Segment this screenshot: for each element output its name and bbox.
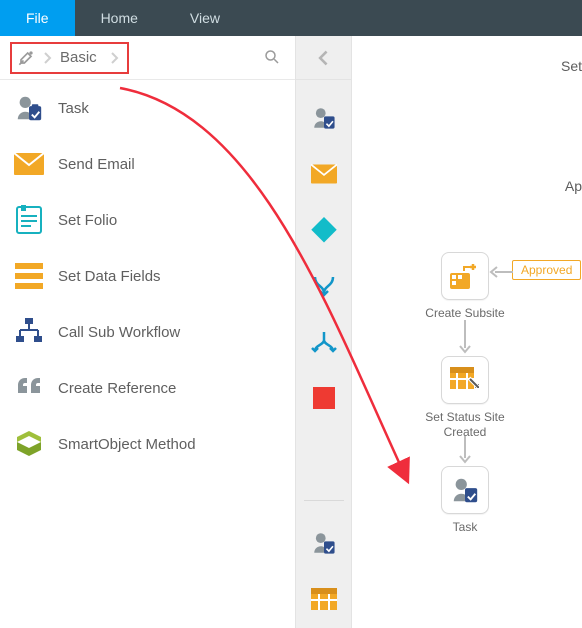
task-icon bbox=[14, 93, 44, 123]
collapse-sidebar-button[interactable] bbox=[296, 36, 351, 80]
tool-call-sub-workflow[interactable]: Call Sub Workflow bbox=[0, 304, 295, 360]
tools-root-icon[interactable] bbox=[14, 46, 38, 70]
tool-label: Set Data Fields bbox=[58, 268, 161, 285]
tool-send-email[interactable]: Send Email bbox=[0, 136, 295, 192]
breadcrumb: Basic bbox=[0, 36, 295, 80]
cropped-label: Set bbox=[561, 58, 582, 74]
tool-list: Task Send Email Set Folio Set Data Field… bbox=[0, 80, 295, 628]
tool-label: Task bbox=[58, 100, 89, 117]
mini-mail-icon[interactable] bbox=[310, 160, 338, 188]
mini-table-icon[interactable] bbox=[310, 585, 338, 613]
mini-toolbox-strip bbox=[296, 36, 352, 628]
mini-separator bbox=[304, 500, 344, 501]
mini-decision-icon[interactable] bbox=[310, 216, 338, 244]
chevron-right-icon bbox=[107, 46, 121, 70]
node-create-subsite[interactable]: Create Subsite bbox=[410, 252, 520, 321]
node-task[interactable]: Task bbox=[410, 466, 520, 535]
data-fields-icon bbox=[14, 261, 44, 291]
breadcrumb-highlight: Basic bbox=[10, 42, 129, 74]
tool-label: SmartObject Method bbox=[58, 436, 196, 453]
tool-set-data-fields[interactable]: Set Data Fields bbox=[0, 248, 295, 304]
tool-create-reference[interactable]: Create Reference bbox=[0, 360, 295, 416]
reference-icon bbox=[14, 373, 44, 403]
top-tab-bar: File Home View bbox=[0, 0, 582, 36]
tool-label: Create Reference bbox=[58, 380, 176, 397]
tool-label: Call Sub Workflow bbox=[58, 324, 180, 341]
tool-sidebar: Basic Task Send Email bbox=[0, 36, 296, 628]
search-icon[interactable] bbox=[263, 48, 281, 69]
tab-file[interactable]: File bbox=[0, 0, 75, 36]
mini-split-icon[interactable] bbox=[310, 328, 338, 356]
tool-task[interactable]: Task bbox=[0, 80, 295, 136]
mini-stop-icon[interactable] bbox=[310, 384, 338, 412]
tool-label: Set Folio bbox=[58, 212, 117, 229]
node-set-status[interactable]: Set Status Site Created bbox=[410, 356, 520, 440]
tab-view[interactable]: View bbox=[164, 0, 246, 36]
smartobject-icon bbox=[14, 429, 44, 459]
workflow-canvas[interactable]: Set Ap Approved Create Subsite Set Statu… bbox=[352, 36, 582, 628]
status-badge-approved: Approved bbox=[512, 260, 581, 280]
chevron-right-icon bbox=[40, 46, 54, 70]
mini-task-icon-2[interactable] bbox=[310, 529, 338, 557]
node-label: Task bbox=[453, 520, 478, 535]
tool-smartobject-method[interactable]: SmartObject Method bbox=[0, 416, 295, 472]
node-label: Create Subsite bbox=[425, 306, 504, 321]
tool-label: Send Email bbox=[58, 156, 135, 173]
sub-workflow-icon bbox=[14, 317, 44, 347]
breadcrumb-category[interactable]: Basic bbox=[56, 49, 105, 66]
cropped-label: Ap bbox=[565, 178, 582, 194]
mini-task-icon[interactable] bbox=[310, 104, 338, 132]
tab-home[interactable]: Home bbox=[75, 0, 164, 36]
mini-merge-icon[interactable] bbox=[310, 272, 338, 300]
tool-set-folio[interactable]: Set Folio bbox=[0, 192, 295, 248]
folio-icon bbox=[14, 205, 44, 235]
mail-icon bbox=[14, 149, 44, 179]
